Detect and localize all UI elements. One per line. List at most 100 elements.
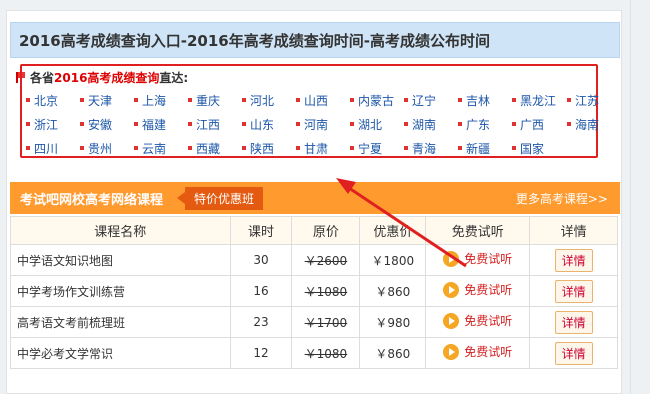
course-hours: 12 [229,337,293,369]
bullet-icon [80,146,84,150]
bullet-icon [512,98,516,102]
province-link[interactable]: 海南 [567,116,621,133]
page-title-bar: 2016高考成绩查询入口-2016年高考成绩查询时间-高考成绩公布时间 [10,22,620,58]
province-link[interactable]: 贵州 [80,140,134,157]
province-link[interactable]: 内蒙古 [350,92,404,109]
course-name[interactable]: 中学考场作文训练营 [10,275,231,307]
bullet-icon [512,122,516,126]
province-link[interactable]: 西藏 [188,140,242,157]
table-row: 中学必考文学常识 12 ￥1080 ￥860 免费试听 详情 [10,337,618,369]
column-header: 课程名称 [10,216,231,245]
original-price: ￥1080 [304,346,348,361]
bullet-icon [134,122,138,126]
bullet-icon [296,146,300,150]
bullet-icon [350,98,354,102]
bullet-icon [188,98,192,102]
play-icon [443,281,460,298]
page-title: 2016高考成绩查询入口-2016年高考成绩查询时间-高考成绩公布时间 [19,31,490,50]
province-link[interactable]: 江苏 [567,92,621,109]
bullet-icon [188,146,192,150]
bullet-icon [134,146,138,150]
province-link[interactable]: 陕西 [242,140,296,157]
province-link[interactable]: 北京 [26,92,80,109]
right-scroll-strip [630,0,650,394]
table-row: 中学考场作文训练营 16 ￥1080 ￥860 免费试听 详情 [10,275,618,307]
province-link[interactable]: 河南 [296,116,350,133]
province-row: 浙江 安徽 福建 江西 山东 河南 湖北 湖南 广东 广西 海南 [26,112,599,136]
course-table: 课程名称 课时 原价 优惠价 免费试听 详情 中学语文知识地图 30 ￥2600… [10,216,618,369]
detail-button[interactable]: 详情 [554,248,593,272]
province-row: 四川 贵州 云南 西藏 陕西 甘肃 宁夏 青海 新疆 国家 [26,136,598,160]
province-link[interactable]: 宁夏 [350,140,404,157]
province-link[interactable]: 广东 [458,116,512,133]
free-trial-link[interactable]: 免费试听 [443,312,512,329]
course-name[interactable]: 高考语文考前梳理班 [10,306,231,338]
province-link[interactable]: 新疆 [458,140,512,157]
original-price: ￥2600 [304,253,348,268]
column-header: 原价 [291,216,361,245]
free-trial-link[interactable]: 免费试听 [443,343,512,360]
course-section-header: 考试吧网校高考网络课程 特价优惠班 更多高考课程>> [10,182,620,214]
bullet-icon [567,98,571,102]
bullet-icon [458,146,462,150]
province-link[interactable]: 辽宁 [404,92,458,109]
bullet-icon [26,98,30,102]
table-header-row: 课程名称 课时 原价 优惠价 免费试听 详情 [10,216,618,245]
province-link[interactable]: 浙江 [26,116,80,133]
bullet-icon [242,98,246,102]
detail-button[interactable]: 详情 [554,341,593,365]
bullet-icon [350,122,354,126]
promo-tag[interactable]: 特价优惠班 [177,186,264,210]
province-link[interactable]: 湖北 [350,116,404,133]
bullet-icon [26,122,30,126]
course-name[interactable]: 中学必考文学常识 [10,337,231,369]
play-icon [443,343,460,360]
bullet-icon [404,98,408,102]
province-link[interactable]: 福建 [134,116,188,133]
bullet-icon [512,146,516,150]
province-link[interactable]: 河北 [242,92,296,109]
bullet-icon [296,98,300,102]
province-link[interactable]: 天津 [80,92,134,109]
bullet-icon [296,122,300,126]
course-hours: 30 [229,244,293,276]
province-link[interactable]: 山西 [296,92,350,109]
province-link[interactable]: 国家 [512,140,567,157]
bullet-icon [80,122,84,126]
province-link-grid: 北京 天津 上海 重庆 河北 山西 内蒙古 辽宁 吉林 黑龙江 江苏 浙江 安徽… [26,88,599,160]
free-trial-link[interactable]: 免费试听 [443,281,512,298]
original-price: ￥1700 [304,315,348,330]
free-trial-link[interactable]: 免费试听 [443,250,512,267]
province-link[interactable]: 甘肃 [296,140,350,157]
bullet-icon [134,98,138,102]
province-link[interactable]: 四川 [26,140,80,157]
province-link[interactable]: 青海 [404,140,458,157]
province-link[interactable]: 湖南 [404,116,458,133]
bullet-icon [80,98,84,102]
column-header: 优惠价 [359,216,427,245]
bullet-icon [404,122,408,126]
original-price: ￥1080 [304,284,348,299]
course-hours: 16 [229,275,293,307]
province-link[interactable]: 安徽 [80,116,134,133]
table-row: 中学语文知识地图 30 ￥2600 ￥1800 免费试听 详情 [10,244,618,276]
bullet-icon [458,98,462,102]
province-link[interactable]: 黑龙江 [512,92,567,109]
detail-button[interactable]: 详情 [554,279,593,303]
province-link[interactable]: 山东 [242,116,296,133]
bullet-icon [350,146,354,150]
province-link[interactable]: 重庆 [188,92,242,109]
column-header: 免费试听 [425,216,531,245]
province-link[interactable]: 云南 [134,140,188,157]
province-link[interactable]: 江西 [188,116,242,133]
bullet-icon [188,122,192,126]
province-link[interactable]: 上海 [134,92,188,109]
province-link[interactable]: 吉林 [458,92,512,109]
more-courses-link[interactable]: 更多高考课程>> [516,190,608,207]
column-header: 详情 [529,216,618,245]
province-link[interactable]: 广西 [512,116,567,133]
detail-button[interactable]: 详情 [554,310,593,334]
course-name[interactable]: 中学语文知识地图 [10,244,231,276]
column-header: 课时 [229,216,293,245]
bullet-icon [26,146,30,150]
